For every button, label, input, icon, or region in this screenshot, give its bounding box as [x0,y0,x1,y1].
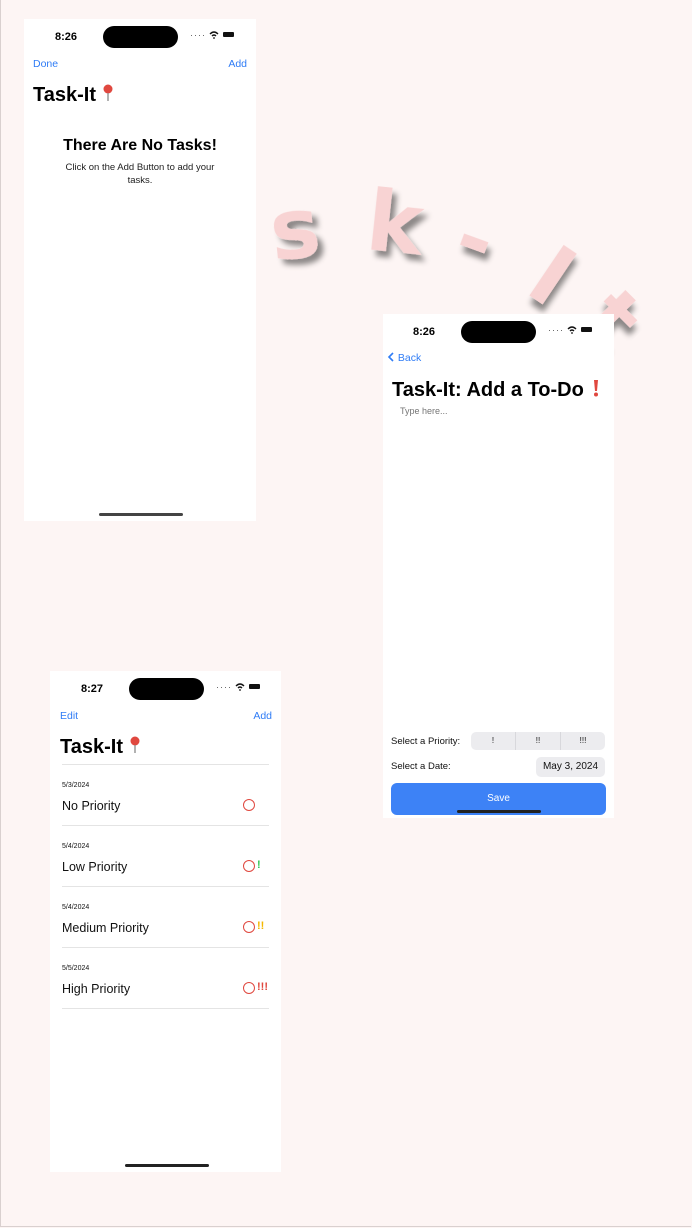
edit-button[interactable]: Edit [60,710,78,722]
task-row[interactable]: 5/3/2024 No Priority [62,765,269,826]
page-title-text: Task-It [60,736,123,758]
date-picker[interactable]: May 3, 2024 [536,757,605,777]
add-button[interactable]: Add [228,58,247,70]
task-list: 5/3/2024 No Priority 5/4/2024 Low Priority!… [62,764,269,1009]
task-date: 5/3/2024 [62,782,90,789]
task-list-screen: 8:27 ···· Edit Add Task-It 5/3/2024 No Pr… [50,671,281,1172]
priority-indicator: ! [257,859,261,871]
signal-wifi-battery-icon: ···· [216,682,260,692]
add-todo-screen: 8:26 ···· Back Task-It: Add a To-Do Sele… [383,314,614,818]
home-indicator [457,810,541,813]
task-name: High Priority [62,982,131,996]
status-bar: 8:26 ···· [24,19,256,55]
exclamation-icon [594,380,599,397]
banner-letter: - [443,187,509,291]
task-date: 5/5/2024 [62,965,90,972]
dynamic-island [103,26,178,48]
status-bar: 8:27 ···· [50,671,281,707]
page-title-text: Task-It: Add a To-Do [392,379,584,401]
chevron-left-icon [387,352,394,362]
dynamic-island [461,321,536,343]
banner-letter: I [512,227,593,326]
completion-circle-icon[interactable] [243,982,255,994]
banner-letter: s [265,178,325,281]
back-button[interactable]: Back [387,352,421,364]
priority-option-low[interactable]: ! [471,732,515,750]
home-indicator [125,1164,209,1167]
home-indicator [99,513,183,516]
completion-circle-icon[interactable] [243,921,255,933]
completion-circle-icon[interactable] [243,799,255,811]
status-bar: 8:26 ···· [383,314,614,350]
priority-indicator: !!! [257,981,268,993]
empty-subtitle: Click on the Add Button to add your task… [65,162,215,186]
add-button[interactable]: Add [253,710,272,722]
page-title: Task-It [33,84,114,107]
signal-wifi-battery-icon: ···· [190,30,234,40]
priority-segmented-control[interactable]: ! !! !!! [471,732,605,750]
task-date: 5/4/2024 [62,843,90,850]
task-name: Medium Priority [62,921,149,935]
todo-text-input[interactable] [393,402,604,720]
priority-option-medium[interactable]: !! [515,732,560,750]
status-time: 8:27 [81,683,104,695]
back-label: Back [397,352,422,364]
banner-letter: k [362,172,430,276]
empty-state-screen: 8:26 ···· Done Add Task-It There Are No … [24,19,256,521]
task-row[interactable]: 5/5/2024 High Priority!!! [62,948,269,1009]
pushpin-icon [130,736,140,753]
task-row[interactable]: 5/4/2024 Medium Priority!! [62,887,269,948]
empty-title: There Are No Tasks! [63,137,217,154]
task-name: Low Priority [62,860,128,874]
task-name: No Priority [62,799,121,813]
priority-indicator: !! [257,920,265,932]
page-title-text: Task-It [33,84,96,106]
signal-wifi-battery-icon: ···· [548,325,592,335]
status-time: 8:26 [413,326,436,338]
page-title: Task-It [60,736,141,759]
completion-circle-icon[interactable] [243,860,255,872]
priority-option-high[interactable]: !!! [560,732,605,750]
done-button[interactable]: Done [33,58,58,70]
page-title: Task-It: Add a To-Do [392,379,601,402]
status-time: 8:26 [55,31,78,43]
pushpin-icon [103,84,113,101]
task-date: 5/4/2024 [62,904,90,911]
task-row[interactable]: 5/4/2024 Low Priority! [62,826,269,887]
dynamic-island [129,678,204,700]
date-label: Select a Date: [391,761,451,772]
priority-label: Select a Priority: [391,736,461,747]
